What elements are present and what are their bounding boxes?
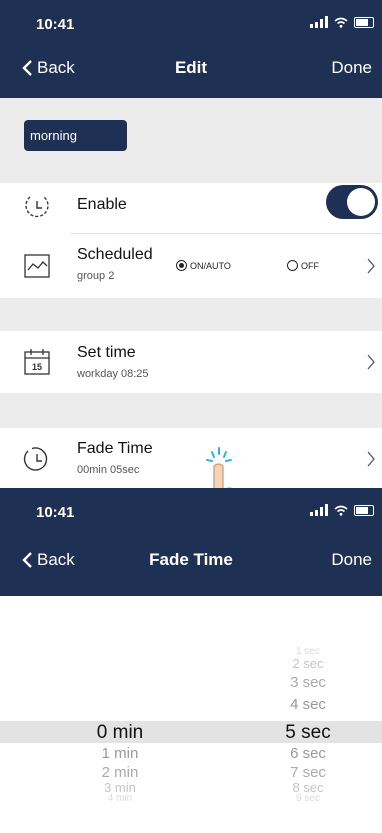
- picker-minute-item[interactable]: 1 min: [70, 745, 170, 762]
- battery-icon: [354, 504, 374, 516]
- section-gap: [0, 393, 382, 428]
- chevron-right-icon: [367, 258, 375, 274]
- enable-row: Enable: [0, 183, 382, 233]
- back-button[interactable]: Back: [22, 550, 75, 570]
- signal-icon: [310, 504, 328, 516]
- radio-off[interactable]: OFF: [287, 260, 319, 271]
- signal-icon: [310, 16, 328, 28]
- status-icons: [310, 504, 374, 516]
- picker-second-item[interactable]: 5 sec: [258, 722, 358, 744]
- section-gap: [0, 298, 382, 331]
- status-time: 10:41: [36, 16, 75, 33]
- chevron-right-icon: [367, 354, 375, 370]
- chevron-left-icon: [22, 60, 32, 76]
- fade-time-picker[interactable]: 0 min 1 min 2 min 3 min 4 min 1 sec 2 se…: [0, 596, 382, 833]
- radio-off-label: OFF: [301, 260, 319, 271]
- picker-second-item[interactable]: 7 sec: [258, 764, 358, 781]
- enable-label: Enable: [77, 196, 127, 213]
- calendar-icon: 15: [24, 349, 50, 375]
- minutes-wheel[interactable]: 0 min 1 min 2 min 3 min 4 min: [70, 596, 170, 833]
- fade-time-value: 00min 05sec: [77, 464, 140, 476]
- scheduled-row[interactable]: Scheduled group 2 ON/AUTO OFF: [0, 234, 382, 298]
- timer-icon: [25, 196, 49, 218]
- status-bar: 10:41: [0, 488, 382, 532]
- status-icons: [310, 16, 374, 28]
- chevron-left-icon: [22, 552, 32, 568]
- clock-icon: [23, 447, 48, 471]
- set-time-value: workday 08:25: [77, 368, 149, 380]
- wifi-icon: [334, 505, 348, 516]
- top-nav-bar: Back Edit Done: [0, 44, 382, 98]
- picker-second-item[interactable]: 2 sec: [258, 656, 358, 671]
- chevron-right-icon: [367, 451, 375, 467]
- wifi-icon: [334, 17, 348, 28]
- status-time: 10:41: [36, 504, 75, 521]
- fade-time-title: Fade Time: [77, 440, 153, 457]
- done-button[interactable]: Done: [331, 550, 372, 570]
- done-button[interactable]: Done: [331, 58, 372, 78]
- picker-minute-item[interactable]: 2 min: [70, 764, 170, 781]
- schedule-name-tag[interactable]: morning: [24, 120, 127, 151]
- picker-second-item[interactable]: 4 sec: [258, 696, 358, 713]
- battery-icon: [354, 16, 374, 28]
- scheduled-title: Scheduled: [77, 246, 153, 263]
- picker-second-item[interactable]: 9 sec: [258, 793, 358, 804]
- picker-minute-item[interactable]: 0 min: [70, 722, 170, 744]
- toggle-knob: [347, 188, 375, 216]
- fade-time-row[interactable]: Fade Time 00min 05sec: [0, 428, 382, 488]
- back-label: Back: [37, 550, 75, 569]
- radio-off-icon: [287, 260, 298, 271]
- tag-area: morning: [0, 98, 382, 183]
- status-bar: 10:41: [0, 0, 382, 44]
- svg-text:15: 15: [32, 362, 42, 372]
- radio-on-icon: [176, 260, 187, 271]
- schedule-image-icon: [24, 254, 50, 278]
- seconds-wheel[interactable]: 1 sec 2 sec 3 sec 4 sec 5 sec 6 sec 7 se…: [258, 596, 358, 833]
- set-time-row[interactable]: 15 Set time workday 08:25: [0, 331, 382, 393]
- scheduled-group: group 2: [77, 270, 115, 282]
- set-time-title: Set time: [77, 344, 136, 361]
- radio-on-auto-label: ON/AUTO: [190, 260, 231, 271]
- back-button[interactable]: Back: [22, 58, 75, 78]
- back-label: Back: [37, 58, 75, 77]
- enable-toggle[interactable]: [326, 185, 378, 219]
- picker-minute-item[interactable]: 4 min: [70, 793, 170, 804]
- picker-second-item[interactable]: 3 sec: [258, 674, 358, 691]
- fade-nav-bar: Back Fade Time Done: [0, 532, 382, 596]
- picker-second-item[interactable]: 6 sec: [258, 745, 358, 762]
- radio-on-auto[interactable]: ON/AUTO: [176, 260, 231, 271]
